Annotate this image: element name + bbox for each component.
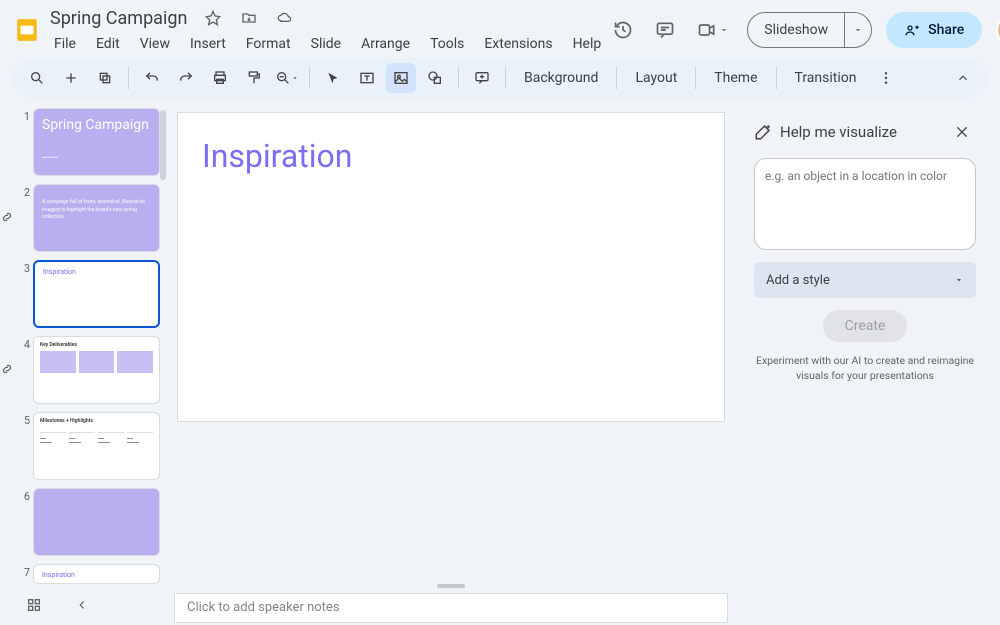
move-icon[interactable] [235,4,263,32]
menu-view[interactable]: View [132,32,178,56]
thumb-number: 6 [18,488,30,556]
thumb-number: 2 [18,184,30,252]
redo-icon[interactable] [171,63,201,93]
toolbar: Background Layout Theme Transition [12,58,988,98]
menu-format[interactable]: Format [238,32,299,56]
comment-add-icon[interactable] [467,63,497,93]
slideshow-button[interactable]: Slideshow [747,12,872,48]
chevron-left-icon[interactable] [68,591,96,619]
slide-thumb-6[interactable] [33,488,160,556]
image-icon[interactable] [386,63,416,93]
slide-thumb-1[interactable]: Spring Campaign ▬▬▬▬ [33,108,160,176]
slide-thumb-5[interactable]: Milestones + Highlights ▬▬▬▬▬▬▬▬▬▬▬▬▬▬▬▬… [33,412,160,480]
paint-format-icon[interactable] [239,63,269,93]
account-avatar[interactable] [996,14,1000,46]
style-label: Add a style [766,273,830,288]
panel-hint: Experiment with our AI to create and rei… [754,354,976,383]
slides-logo[interactable] [14,12,40,48]
new-slide-icon[interactable] [56,63,86,93]
cloud-icon[interactable] [271,4,299,32]
layout-button[interactable]: Layout [625,63,687,93]
slide-thumb-3[interactable]: Inspiration [33,260,160,328]
thumb-number: 4 [18,336,30,404]
menu-insert[interactable]: Insert [182,32,234,56]
grid-view-icon[interactable] [20,591,48,619]
menu-tools[interactable]: Tools [422,32,472,56]
templates-icon[interactable] [90,63,120,93]
pencil-sparkle-icon [754,123,772,141]
comments-icon[interactable] [651,16,679,44]
meet-icon[interactable] [693,16,733,44]
print-icon[interactable] [205,63,235,93]
collapse-toolbar-icon[interactable] [948,63,978,93]
slideshow-label[interactable]: Slideshow [748,13,845,47]
style-dropdown[interactable]: Add a style [754,262,976,298]
shape-icon[interactable] [420,63,450,93]
transition-button[interactable]: Transition [785,63,867,93]
more-icon[interactable] [871,63,901,93]
slide-heading[interactable]: Inspiration [202,137,352,175]
slide-thumb-4[interactable]: Key Deliverables [33,336,160,404]
slide-thumb-2[interactable]: A campaign full of fresh, whimsical, ill… [33,184,160,252]
menu-help[interactable]: Help [565,32,610,56]
link-icon [0,362,14,376]
menu-slide[interactable]: Slide [303,32,349,56]
panel-title: Help me visualize [780,123,897,141]
thumb-number: 7 [18,564,30,584]
history-icon[interactable] [609,16,637,44]
doc-title[interactable]: Spring Campaign [46,6,191,31]
theme-button[interactable]: Theme [704,63,767,93]
search-icon[interactable] [22,63,52,93]
menu-file[interactable]: File [46,32,84,56]
star-icon[interactable] [199,4,227,32]
menu-edit[interactable]: Edit [88,32,128,56]
background-button[interactable]: Background [514,63,608,93]
link-icon [0,210,14,224]
slideshow-dropdown[interactable] [845,13,871,47]
slide-thumb-7[interactable]: Inspiration [33,564,160,584]
share-label: Share [928,22,964,38]
menu-extensions[interactable]: Extensions [476,32,560,56]
zoom-icon[interactable] [273,63,301,93]
scrollbar[interactable] [160,110,166,180]
select-icon[interactable] [318,63,348,93]
thumb-number: 3 [18,260,30,328]
slide-thumbnails: 1 Spring Campaign ▬▬▬▬ 2 A campaign full… [0,104,168,625]
chevron-down-icon [954,275,964,285]
menu-arrange[interactable]: Arrange [353,32,418,56]
visualize-prompt-input[interactable] [754,158,976,250]
close-icon[interactable] [948,118,976,146]
create-button: Create [823,310,908,342]
textbox-icon[interactable] [352,63,382,93]
slide-canvas[interactable]: Inspiration [177,112,725,422]
thumb-number: 1 [18,108,30,176]
thumb-number: 5 [18,412,30,480]
share-button[interactable]: Share [886,12,982,48]
help-visualize-panel: Help me visualize Add a style Create Exp… [740,104,990,615]
undo-icon[interactable] [137,63,167,93]
